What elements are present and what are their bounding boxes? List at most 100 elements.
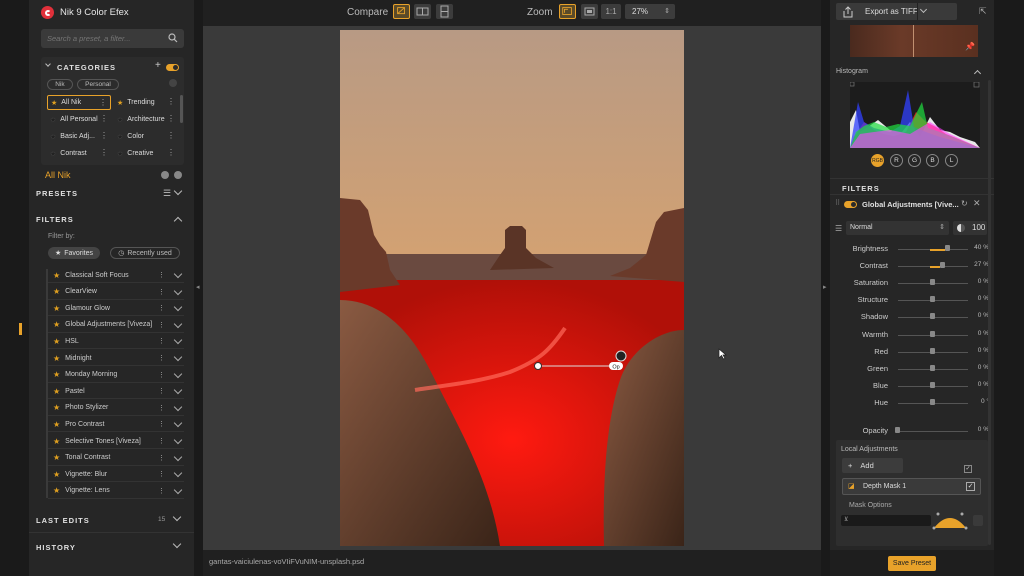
filter-list-item[interactable]: ★ Global Adjustments [Viveza] ⋮ — [48, 318, 184, 333]
star-icon[interactable]: ★ — [53, 470, 60, 479]
chevron-down-icon[interactable] — [173, 385, 183, 395]
kebab-icon[interactable]: ⋮ — [158, 271, 165, 279]
histogram-l-button[interactable]: L — [945, 154, 958, 167]
close-icon[interactable]: ✕ — [973, 198, 981, 209]
filter-enabled-toggle[interactable] — [844, 201, 857, 208]
slider-knob[interactable] — [895, 427, 900, 433]
filter-opacity-field[interactable]: 100 — [953, 221, 987, 235]
chevron-down-icon[interactable] — [173, 435, 183, 445]
categories-toggle[interactable] — [166, 64, 179, 71]
filter-list-item[interactable]: ★ Midnight ⋮ — [48, 351, 184, 366]
category-contrast[interactable]: ★ Contrast ⋮ — [47, 146, 111, 161]
star-icon[interactable]: ★ — [53, 337, 60, 346]
compare-stacked-button[interactable] — [436, 4, 453, 19]
slider-track[interactable] — [898, 431, 968, 432]
search-input[interactable] — [47, 34, 162, 43]
filter-list-item[interactable]: ★ ClearView ⋮ — [48, 285, 184, 300]
kebab-icon[interactable]: ⋮ — [167, 97, 175, 107]
collapse-right-icon[interactable]: ▸ — [823, 283, 827, 291]
kebab-icon[interactable]: ⋮ — [158, 288, 165, 296]
control-point-handle[interactable] — [534, 362, 542, 370]
kebab-icon[interactable]: ⋮ — [100, 114, 108, 124]
slider-green[interactable]: Green 0 % — [830, 362, 994, 376]
kebab-icon[interactable]: ⋮ — [158, 304, 165, 312]
kebab-icon[interactable]: ⋮ — [158, 487, 165, 495]
slider-knob[interactable] — [940, 262, 946, 269]
reset-icon[interactable]: ↻ — [961, 199, 968, 208]
slider-knob[interactable] — [930, 347, 935, 354]
histogram-r-button[interactable]: R — [890, 154, 903, 167]
filter-list-item[interactable]: ★ HSL ⋮ — [48, 334, 184, 350]
kebab-icon[interactable]: ⋮ — [99, 98, 107, 108]
right-panel-collapse-strip[interactable]: ▸ — [821, 0, 830, 576]
recently-used-filter-button[interactable]: ◷ Recently used — [110, 247, 180, 259]
mask-gradient-bar[interactable]: ⊻ — [841, 515, 931, 526]
categories-collapse-icon[interactable] — [45, 61, 52, 68]
kebab-icon[interactable]: ⋮ — [100, 148, 108, 158]
favorites-filter-button[interactable]: ★ Favorites — [48, 247, 100, 259]
zoom-fit-button[interactable] — [559, 4, 576, 19]
zoom-fill-button[interactable] — [581, 4, 598, 19]
collapse-left-icon[interactable]: ◂ — [196, 283, 200, 291]
kebab-icon[interactable]: ⋮ — [158, 321, 165, 329]
kebab-icon[interactable]: ⋮ — [158, 337, 165, 345]
star-icon[interactable]: ★ — [53, 287, 60, 296]
slider-knob[interactable] — [930, 279, 935, 286]
control-point-marker[interactable] — [615, 350, 627, 362]
filters-chevron-icon[interactable] — [173, 216, 183, 226]
history-heading[interactable]: HISTORY — [36, 543, 76, 552]
menu-icon[interactable]: ☰ — [835, 224, 842, 233]
slider-brightness[interactable]: Brightness 40 % — [830, 242, 994, 256]
kebab-icon[interactable]: ⋮ — [158, 387, 165, 395]
star-icon[interactable]: ★ — [53, 437, 60, 446]
chevron-down-icon[interactable] — [173, 286, 183, 295]
preset-search[interactable] — [41, 29, 184, 48]
save-preset-button[interactable]: Save Preset — [888, 556, 936, 571]
star-icon[interactable]: ★ — [53, 370, 60, 379]
chevron-down-icon[interactable] — [173, 269, 183, 279]
slider-red[interactable]: Red 0 % — [830, 345, 994, 359]
right-panel-scrollbar[interactable] — [988, 80, 991, 545]
search-icon[interactable] — [168, 33, 178, 43]
slider-knob[interactable] — [930, 330, 935, 337]
zoom-select[interactable]: 27% ⇕ — [625, 4, 675, 19]
add-local-adjustment-button[interactable]: + Add — [842, 458, 903, 473]
star-icon[interactable]: ★ — [53, 320, 60, 329]
kebab-icon[interactable]: ⋮ — [100, 131, 108, 141]
histogram-g-button[interactable]: G — [908, 154, 921, 167]
checkbox[interactable]: ✓ — [964, 465, 972, 473]
filter-list-item[interactable]: ★ Glamour Glow ⋮ — [48, 301, 184, 317]
chevron-down-icon[interactable] — [173, 468, 183, 478]
export-button[interactable]: Export as TIFF — [836, 3, 957, 20]
mask-enabled-checkbox[interactable]: ✓ — [966, 482, 975, 491]
filter-list-item[interactable]: ★ Selective Tones [Viveza] ⋮ — [48, 434, 184, 449]
star-icon[interactable]: ★ — [53, 354, 60, 363]
chevron-down-icon[interactable] — [173, 402, 183, 412]
slider-shadow[interactable]: Shadow 0 % — [830, 310, 994, 324]
slider-opacity[interactable]: Opacity 0 % — [830, 424, 994, 438]
navigator-preview[interactable]: 📌 — [850, 25, 978, 57]
category-all-nik[interactable]: ★ All Nik ⋮ — [47, 95, 111, 110]
filter-list-item[interactable]: ★ Classical Soft Focus ⋮ — [48, 268, 184, 283]
depth-mask-row[interactable]: ◪ Depth Mask 1 ✓ — [842, 478, 981, 495]
star-icon[interactable]: ★ — [53, 486, 60, 495]
slider-knob[interactable] — [930, 381, 935, 388]
kebab-icon[interactable]: ⋮ — [167, 114, 175, 124]
category-basic-adjustments[interactable]: ★ Basic Adj... ⋮ — [47, 129, 111, 144]
mask-invert-icon[interactable]: ⊻ — [844, 516, 848, 523]
image-canvas[interactable]: Op — [203, 26, 821, 550]
slider-hue[interactable]: Hue 0 ° — [830, 396, 994, 410]
slider-knob[interactable] — [930, 313, 935, 320]
presets-heading[interactable]: PRESETS — [36, 189, 78, 198]
histogram-collapse-icon[interactable] — [973, 69, 982, 78]
kebab-icon[interactable]: ⋮ — [158, 354, 165, 362]
presets-chevron-icon[interactable] — [173, 186, 183, 196]
filter-list-item[interactable]: ★ Vignette: Blur ⋮ — [48, 467, 184, 483]
left-panel-collapse-strip[interactable]: ◂ — [194, 0, 203, 576]
filter-list-item[interactable]: ★ Vignette: Lens ⋮ — [48, 484, 184, 499]
histogram-b-button[interactable]: B — [926, 154, 939, 167]
export-options-dropdown[interactable] — [917, 3, 930, 20]
slider-knob[interactable] — [930, 398, 935, 405]
chevron-down-icon[interactable] — [173, 452, 183, 461]
slider-knob[interactable] — [930, 296, 935, 303]
